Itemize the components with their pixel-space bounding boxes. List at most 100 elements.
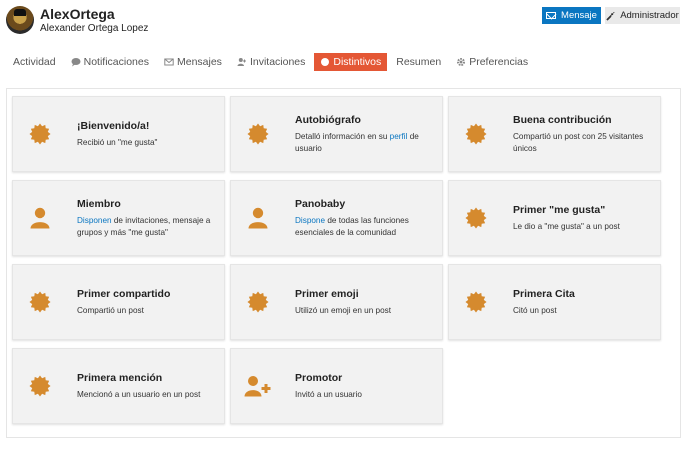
tab-label: Notificaciones <box>83 56 149 68</box>
badge-card[interactable]: Promotor Invitó a un usuario <box>230 348 443 424</box>
badge-description: Mencionó a un usuario en un post <box>77 389 218 401</box>
badge-title[interactable]: Primer emoji <box>295 288 436 300</box>
badge-icon-area <box>13 349 67 423</box>
badge-description-text: Le dio a "me gusta" a un post <box>513 221 620 231</box>
badge-description-link[interactable]: Dispone <box>295 216 325 225</box>
badge-grid: ¡Bienvenido/a! Recibió un "me gusta" Autob… <box>6 88 681 438</box>
certificate-icon <box>29 375 51 397</box>
admin-button-label: Administrador <box>620 10 679 21</box>
badge-icon-area <box>231 265 285 339</box>
badge-icon-area <box>231 181 285 255</box>
badge-icon-area <box>449 181 503 255</box>
badge-card[interactable]: Primer compartido Compartió un post <box>12 264 225 340</box>
certificate-icon <box>465 291 487 313</box>
user-plus-icon <box>244 376 271 397</box>
username[interactable]: AlexOrtega <box>40 6 115 22</box>
badge-card[interactable]: Autobiógrafo Detalló información en su pe… <box>230 96 443 172</box>
badge-description-link[interactable]: perfil <box>390 132 408 141</box>
badge-card[interactable]: Panobaby Dispone de todas las funciones e… <box>230 180 443 256</box>
admin-button[interactable]: Administrador <box>605 7 680 24</box>
badge-body: Autobiógrafo Detalló información en su pe… <box>285 97 442 171</box>
badge-card[interactable]: Buena contribución Compartió un post con … <box>448 96 661 172</box>
badge-description: Recibió un "me gusta" <box>77 137 218 149</box>
badge-title[interactable]: Panobaby <box>295 198 436 210</box>
badge-icon-area <box>449 265 503 339</box>
badge-icon-area <box>13 97 67 171</box>
badge-title[interactable]: Autobiógrafo <box>295 114 436 126</box>
certificate-icon <box>247 123 269 145</box>
badge-title[interactable]: Primer compartido <box>77 288 218 300</box>
badge-card[interactable]: Primer emoji Utilizó un emoji en un post <box>230 264 443 340</box>
comment-icon <box>71 58 81 67</box>
tab-label: Resumen <box>396 56 442 68</box>
tab-distintivos[interactable]: Distintivos <box>314 53 388 71</box>
tab-mensajes[interactable]: Mensajes <box>158 53 228 71</box>
certificate-icon <box>465 207 487 229</box>
circle-icon <box>321 58 330 66</box>
badge-description: Disponen de invitaciones, mensaje a grup… <box>77 215 218 239</box>
badge-icon-area <box>231 349 285 423</box>
user-icon <box>30 207 50 229</box>
badge-title[interactable]: Miembro <box>77 198 218 210</box>
envelope-icon <box>164 58 174 66</box>
badge-card[interactable]: Primer "me gusta" Le dio a "me gusta" a u… <box>448 180 661 256</box>
badge-description-text: Detalló información en su <box>295 131 390 141</box>
badge-title[interactable]: Promotor <box>295 372 436 384</box>
badge-body: Primer compartido Compartió un post <box>67 265 224 339</box>
tab-resumen[interactable]: Resumen <box>390 53 447 71</box>
badge-body: Buena contribución Compartió un post con … <box>503 97 660 171</box>
badge-card[interactable]: Primera mención Mencionó a un usuario en … <box>12 348 225 424</box>
gear-icon <box>457 58 466 66</box>
message-button[interactable]: Mensaje <box>542 7 601 24</box>
badge-description-text: Recibió un "me gusta" <box>77 137 158 147</box>
badge-card[interactable]: Primera Cita Citó un post <box>448 264 661 340</box>
tab-label: Mensajes <box>176 56 222 68</box>
certificate-icon <box>247 291 269 313</box>
tab-invitaciones[interactable]: Invitaciones <box>231 53 311 71</box>
badge-body: Panobaby Dispone de todas las funciones e… <box>285 181 442 255</box>
badge-description-text: Mencionó a un usuario en un post <box>77 389 201 399</box>
tab-notificaciones[interactable]: Notificaciones <box>65 53 155 71</box>
badge-icon-area <box>13 265 67 339</box>
certificate-icon <box>29 291 51 313</box>
badge-body: Primer emoji Utilizó un emoji en un post <box>285 265 442 339</box>
badge-title[interactable]: ¡Bienvenido/a! <box>77 120 218 132</box>
avatar[interactable] <box>6 6 34 34</box>
badge-body: Promotor Invitó a un usuario <box>285 349 442 423</box>
full-name: Alexander Ortega Lopez <box>40 23 149 34</box>
tab-label: Preferencias <box>469 56 529 68</box>
badge-icon-area <box>449 97 503 171</box>
tab-preferencias[interactable]: Preferencias <box>450 53 534 71</box>
badge-title[interactable]: Primera Cita <box>513 288 654 300</box>
user-icon <box>248 207 268 229</box>
badge-description: Detalló información en su perfil de usua… <box>295 131 436 155</box>
badge-description-text: Citó un post <box>513 305 557 315</box>
badge-title[interactable]: Buena contribución <box>513 114 654 126</box>
badge-description-text: Invitó a un usuario <box>295 389 362 399</box>
message-button-label: Mensaje <box>561 10 597 21</box>
tab-actividad[interactable]: Actividad <box>0 53 62 71</box>
badge-card[interactable]: Miembro Disponen de invitaciones, mensaje… <box>12 180 225 256</box>
badge-body: Miembro Disponen de invitaciones, mensaje… <box>67 181 224 255</box>
tab-label: Actividad <box>13 56 56 68</box>
badge-description: Invitó a un usuario <box>295 389 436 401</box>
user-plus-icon <box>237 58 246 66</box>
badge-card[interactable]: ¡Bienvenido/a! Recibió un "me gusta" <box>12 96 225 172</box>
badge-description: Le dio a "me gusta" a un post <box>513 221 654 233</box>
tab-label: Distintivos <box>333 56 382 68</box>
profile-tabs: Actividad Notificaciones Mensajes Invitacio… <box>0 52 537 72</box>
badge-description-link[interactable]: Disponen <box>77 216 112 225</box>
badge-description-text: Compartió un post con 25 visitantes únic… <box>513 131 644 153</box>
tab-label: Invitaciones <box>249 56 306 68</box>
badge-description: Compartió un post con 25 visitantes únic… <box>513 131 654 155</box>
badge-title[interactable]: Primera mención <box>77 372 218 384</box>
badge-title[interactable]: Primer "me gusta" <box>513 204 654 216</box>
badge-description-text: Compartió un post <box>77 305 144 315</box>
badge-body: Primera mención Mencionó a un usuario en … <box>67 349 224 423</box>
badge-body: Primera Cita Citó un post <box>503 265 660 339</box>
badge-description: Compartió un post <box>77 305 218 317</box>
badge-icon-area <box>13 181 67 255</box>
certificate-icon <box>465 123 487 145</box>
envelope-icon <box>546 12 557 19</box>
wrench-icon <box>606 11 616 21</box>
